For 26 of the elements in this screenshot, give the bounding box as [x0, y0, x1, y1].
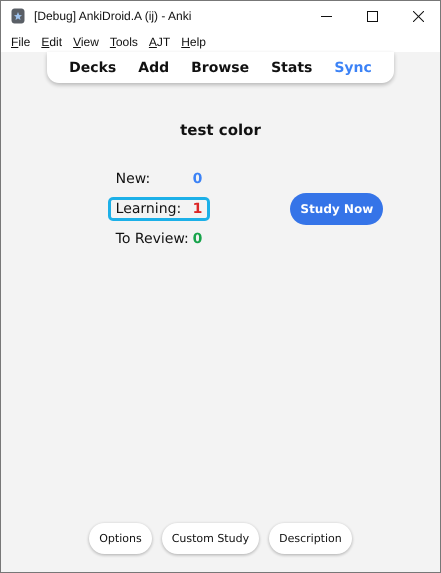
menu-item[interactable]: Tools: [110, 34, 138, 48]
menu-item[interactable]: View: [73, 34, 99, 48]
count-label: New:: [116, 171, 152, 187]
count-value: 0: [192, 231, 202, 247]
deck-action-button[interactable]: Options: [89, 523, 152, 554]
deck-action-button[interactable]: Description: [269, 523, 352, 554]
toolbar-link[interactable]: Decks: [69, 60, 116, 76]
toolbar-link[interactable]: Add: [138, 60, 170, 76]
count-value: 1: [192, 201, 202, 217]
window-title: [Debug] AnkiDroid.A (ij) - Anki: [34, 9, 192, 23]
menu-item[interactable]: AJT: [148, 34, 170, 48]
menu-item[interactable]: Help: [181, 34, 206, 48]
app-icon: [11, 8, 25, 24]
menu-item[interactable]: File: [11, 34, 30, 48]
toolbar-link[interactable]: Stats: [271, 60, 312, 76]
menu-item[interactable]: Edit: [41, 34, 62, 48]
deck-action-button[interactable]: Custom Study: [162, 523, 260, 554]
count-value: 0: [192, 171, 202, 187]
maximize-icon[interactable]: [367, 10, 378, 22]
deck-title: test color: [180, 121, 261, 139]
toolbar-link[interactable]: Sync: [334, 60, 372, 76]
study-now-button[interactable]: Study Now: [290, 193, 384, 225]
close-icon[interactable]: [413, 10, 424, 22]
toolbar-link[interactable]: Browse: [191, 60, 250, 76]
count-label: To Review:: [116, 231, 190, 247]
count-label: Learning:: [116, 201, 182, 217]
